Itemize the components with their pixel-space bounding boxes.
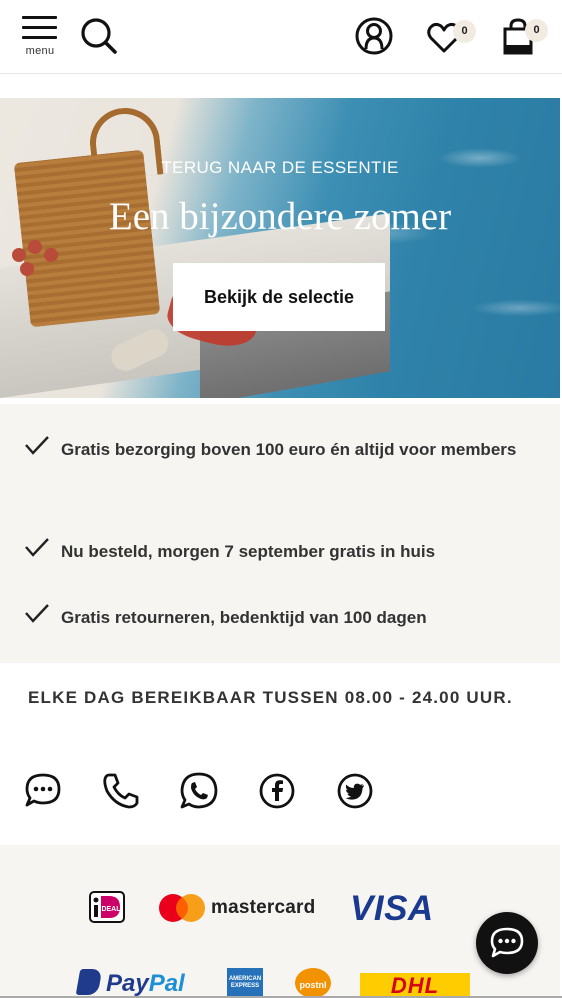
mastercard-label: mastercard bbox=[211, 897, 316, 918]
ideal-logo: IDEAL bbox=[89, 891, 125, 923]
chat-bubble-icon bbox=[490, 927, 524, 958]
hero-banner[interactable]: TERUG NAAR DE ESSENTIE Een bijzondere zo… bbox=[0, 98, 560, 398]
checkmark-icon bbox=[25, 604, 49, 623]
search-icon bbox=[81, 18, 117, 54]
facebook-contact-button[interactable] bbox=[257, 771, 297, 811]
paypal-label-pal: Pal bbox=[148, 970, 185, 997]
wishlist-count-badge: 0 bbox=[453, 20, 476, 43]
checkmark-icon bbox=[25, 436, 49, 455]
menu-label: menu bbox=[25, 45, 55, 57]
mastercard-logo bbox=[157, 893, 207, 923]
hero-kicker: TERUG NAAR DE ESSENTIE bbox=[161, 158, 399, 177]
usp-item: Gratis bezorging boven 100 euro én altij… bbox=[24, 432, 544, 504]
hero-title: Een bijzondere zomer bbox=[108, 195, 452, 238]
usp-item: Nu besteld, morgen 7 september gratis in… bbox=[24, 534, 544, 570]
dhl-logo: DHL bbox=[360, 973, 470, 998]
cart-count-badge: 0 bbox=[525, 19, 548, 42]
menu-icon bbox=[22, 16, 57, 19]
view-selection-button[interactable]: Bekijk de selectie bbox=[173, 263, 385, 331]
chat-contact-button[interactable] bbox=[23, 771, 63, 811]
contact-hours-title: ELKE DAG BEREIKBAAR TUSSEN 08.00 - 24.00… bbox=[28, 688, 513, 707]
menu-button[interactable]: menu bbox=[20, 14, 60, 60]
american-express-logo: AMERICAN EXPRESS bbox=[227, 968, 263, 998]
amex-label: AMERICAN EXPRESS bbox=[228, 976, 262, 989]
whatsapp-contact-button[interactable] bbox=[179, 771, 219, 811]
paypal-logo: PayPal bbox=[75, 969, 185, 998]
facebook-icon bbox=[259, 773, 295, 809]
usp-text: Nu besteld, morgen 7 september gratis in… bbox=[61, 542, 436, 561]
paypal-icon bbox=[75, 969, 103, 995]
account-button[interactable] bbox=[354, 16, 394, 56]
hero-fruit bbox=[20, 262, 34, 276]
postnl-label: postnl bbox=[299, 980, 327, 990]
live-chat-button[interactable] bbox=[476, 912, 538, 974]
wishlist-button[interactable]: 0 bbox=[426, 16, 478, 56]
usp-list: Gratis bezorging boven 100 euro én altij… bbox=[0, 404, 560, 663]
twitter-contact-button[interactable] bbox=[335, 771, 375, 811]
hero-fruit bbox=[12, 248, 26, 262]
contact-section: ELKE DAG BEREIKBAAR TUSSEN 08.00 - 24.00… bbox=[0, 663, 560, 845]
checkmark-icon bbox=[25, 538, 49, 557]
usp-text: Gratis bezorging boven 100 euro én altij… bbox=[61, 440, 517, 459]
usp-item: Gratis retourneren, bedenktijd van 100 d… bbox=[24, 600, 544, 636]
hero-fruit bbox=[28, 240, 42, 254]
cart-button[interactable]: 0 bbox=[500, 16, 552, 58]
hero-fruit bbox=[44, 248, 58, 262]
mastercard-icon bbox=[159, 894, 205, 922]
twitter-icon bbox=[337, 773, 373, 809]
svg-text:IDEAL: IDEAL bbox=[100, 906, 122, 913]
menu-icon-bar bbox=[22, 26, 57, 29]
account-icon bbox=[355, 17, 393, 55]
ideal-icon: IDEAL bbox=[89, 891, 125, 923]
phone-icon bbox=[103, 773, 139, 809]
menu-icon-bar bbox=[22, 36, 57, 39]
postnl-logo: postnl bbox=[295, 968, 331, 998]
whatsapp-icon bbox=[180, 772, 218, 809]
site-header: menu 0 0 bbox=[0, 0, 562, 74]
visa-logo: VISA bbox=[350, 889, 434, 928]
phone-contact-button[interactable] bbox=[101, 771, 141, 811]
paypal-label-pay: Pay bbox=[106, 970, 149, 997]
usp-text: Gratis retourneren, bedenktijd van 100 d… bbox=[61, 608, 427, 627]
chat-icon bbox=[25, 773, 61, 807]
search-button[interactable] bbox=[79, 16, 119, 56]
